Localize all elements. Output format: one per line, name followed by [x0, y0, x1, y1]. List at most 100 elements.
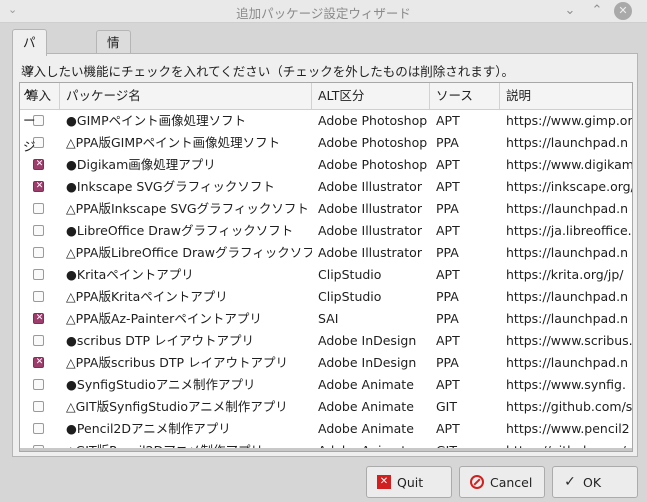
source-cell: PPA — [436, 289, 459, 304]
source-cell: PPA — [436, 201, 459, 216]
source-cell: APT — [436, 333, 460, 348]
description-cell: https://launchpad.n — [506, 289, 629, 304]
table-row[interactable]: △PPA版LibreOffice Drawグラフィックソフト Adobe Illu… — [20, 242, 632, 264]
table-row[interactable]: ●Kritaペイントアプリ ClipStudio APT https://krita.… — [20, 264, 632, 286]
alt-category-cell: ClipStudio — [318, 289, 382, 304]
table-row[interactable]: ●scribus DTP レイアウトアプリ Adobe InDesign APT ht… — [20, 330, 632, 352]
install-checkbox[interactable] — [33, 310, 45, 326]
install-checkbox[interactable] — [33, 269, 44, 280]
package-name-cell: △PPA版GIMPペイント画像処理ソフト — [66, 135, 281, 150]
install-cell — [20, 330, 60, 352]
description-cell: https://launchpad.n — [506, 135, 629, 150]
install-checkbox[interactable] — [33, 401, 44, 412]
description-cell: https://www.pencil2 — [506, 421, 630, 436]
source-cell: APT — [436, 157, 460, 172]
table-row[interactable]: ●LibreOffice Drawグラフィックソフト Adobe Illustra… — [20, 220, 632, 242]
table-row[interactable]: ●Inkscape SVGグラフィックソフト Adobe Illustrator A… — [20, 176, 632, 198]
close-icon[interactable]: ✕ — [614, 2, 632, 20]
table-row[interactable]: ●Pencil2Dアニメ制作アプリ Adobe Animate APT https:/… — [20, 418, 632, 440]
package-name-cell: ●Kritaペイントアプリ — [66, 267, 194, 282]
package-table[interactable]: 導入 パッケージ名 ALT区分 ソース 説明 ●GIMPペイント画像処理ソフト A… — [19, 82, 633, 452]
package-name-cell: △PPA版scribus DTP レイアウトアプリ — [66, 355, 289, 370]
install-checkbox[interactable] — [33, 156, 45, 172]
column-header-source[interactable]: ソース — [430, 83, 500, 109]
cancel-label: Cancel — [490, 475, 533, 490]
alt-category-cell: Adobe Photoshop — [318, 135, 428, 150]
install-checkbox[interactable] — [33, 225, 44, 236]
title-bar: ⌄ 追加パッケージ設定ウィザード ⌄ ⌃ ✕ — [0, 0, 647, 23]
install-cell — [20, 198, 60, 220]
package-name-cell: △PPA版Az-Painterペイントアプリ — [66, 311, 262, 326]
install-cell — [20, 286, 60, 308]
cancel-icon — [470, 475, 484, 489]
alt-category-cell: Adobe Illustrator — [318, 179, 422, 194]
install-cell — [20, 396, 60, 418]
table-row[interactable]: △GIT版SynfigStudioアニメ制作アプリ Adobe Animate GI… — [20, 396, 632, 418]
table-row[interactable]: ●SynfigStudioアニメ制作アプリ Adobe Animate APT htt… — [20, 374, 632, 396]
install-cell — [20, 418, 60, 440]
install-checkbox[interactable] — [33, 247, 44, 258]
source-cell: PPA — [436, 355, 459, 370]
install-cell — [20, 220, 60, 242]
quit-button[interactable]: ✕ Quit — [366, 466, 452, 498]
tab-info[interactable]: 情報 — [96, 30, 131, 74]
package-name-cell: ●SynfigStudioアニメ制作アプリ — [66, 377, 256, 392]
package-name-cell: △PPA版Kritaペイントアプリ — [66, 289, 228, 304]
column-header-package-name[interactable]: パッケージ名 — [60, 83, 312, 109]
alt-category-cell: Adobe Photoshop — [318, 113, 428, 128]
table-row[interactable]: △PPA版GIMPペイント画像処理ソフト Adobe Photoshop PPA ht… — [20, 132, 632, 154]
ok-icon: ✓ — [564, 474, 576, 490]
table-row[interactable]: ●GIMPペイント画像処理ソフト Adobe Photoshop APT https:… — [20, 110, 632, 132]
install-cell — [20, 242, 60, 264]
table-row[interactable]: △PPA版Kritaペイントアプリ ClipStudio PPA https://la… — [20, 286, 632, 308]
table-header: 導入 パッケージ名 ALT区分 ソース 説明 — [20, 83, 632, 110]
source-cell: APT — [436, 179, 460, 194]
install-checkbox[interactable] — [33, 291, 44, 302]
description-cell: https://www.digikam — [506, 157, 632, 172]
maximize-icon[interactable]: ⌃ — [588, 2, 606, 20]
table-row[interactable]: △PPA版Az-Painterペイントアプリ SAI PPA https://laun… — [20, 308, 632, 330]
quit-icon: ✕ — [377, 475, 391, 489]
install-checkbox[interactable] — [33, 354, 45, 370]
install-checkbox[interactable] — [33, 203, 44, 214]
tab-packages[interactable]: パッケージ — [12, 29, 47, 154]
column-header-alt-category[interactable]: ALT区分 — [312, 83, 430, 109]
install-checkbox[interactable] — [33, 379, 44, 390]
source-cell: APT — [436, 377, 460, 392]
horizontal-scrollbar[interactable] — [20, 448, 632, 451]
minimize-icon[interactable]: ⌄ — [561, 2, 579, 20]
description-cell: https://launchpad.n — [506, 311, 629, 326]
table-row[interactable]: ●Digikam画像処理アプリ Adobe Photoshop APT https:/… — [20, 154, 632, 176]
ok-label: OK — [583, 475, 602, 490]
package-name-cell: ●Pencil2Dアニメ制作アプリ — [66, 421, 231, 436]
install-checkbox[interactable] — [33, 178, 45, 194]
alt-category-cell: Adobe Animate — [318, 421, 414, 436]
description-cell: https://krita.org/jp/ — [506, 267, 624, 282]
description-cell: https://www.gimp.or — [506, 113, 632, 128]
source-cell: APT — [436, 113, 460, 128]
source-cell: APT — [436, 223, 460, 238]
install-cell — [20, 374, 60, 396]
install-cell — [20, 176, 60, 198]
source-cell: GIT — [436, 399, 458, 414]
column-header-description[interactable]: 説明 — [500, 83, 632, 109]
package-name-cell: ●scribus DTP レイアウトアプリ — [66, 333, 255, 348]
description-cell: https://launchpad.n — [506, 201, 629, 216]
cancel-button[interactable]: Cancel — [459, 466, 545, 498]
install-checkbox[interactable] — [33, 335, 44, 346]
alt-category-cell: Adobe Animate — [318, 399, 414, 414]
description-cell: https://www.synfig. — [506, 377, 626, 392]
instruction-text: 導入したい機能にチェックを入れてください（チェックを外したものは削除されます）。 — [21, 64, 515, 79]
table-row[interactable]: △PPA版scribus DTP レイアウトアプリ Adobe InDesign P… — [20, 352, 632, 374]
package-name-cell: ●Inkscape SVGグラフィックソフト — [66, 179, 275, 194]
window-title: 追加パッケージ設定ウィザード — [236, 6, 411, 21]
source-cell: APT — [436, 267, 460, 282]
description-cell: https://www.scribus. — [506, 333, 632, 348]
install-checkbox[interactable] — [33, 423, 44, 434]
alt-category-cell: Adobe InDesign — [318, 355, 417, 370]
table-row[interactable]: △PPA版Inkscape SVGグラフィックソフト Adobe Illustra… — [20, 198, 632, 220]
ok-button[interactable]: ✓ OK — [552, 466, 638, 498]
quit-label: Quit — [397, 475, 424, 490]
description-cell: https://launchpad.n — [506, 245, 629, 260]
package-name-cell: △GIT版SynfigStudioアニメ制作アプリ — [66, 399, 288, 414]
